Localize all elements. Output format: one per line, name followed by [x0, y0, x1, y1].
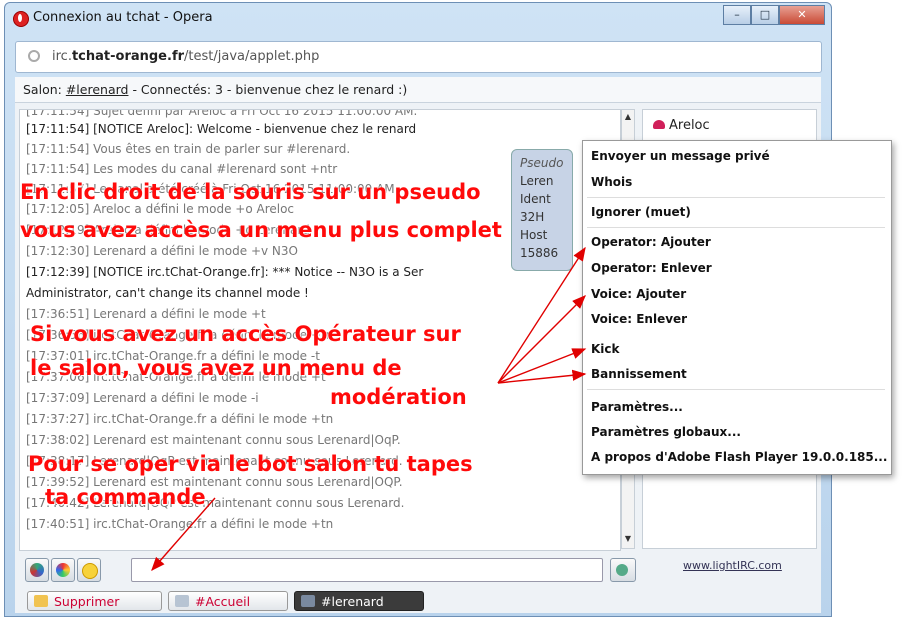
- annotation-text: Si vous avez un accès Opérateur sur: [30, 322, 461, 346]
- arrow-to-voice-add: [497, 295, 586, 384]
- annotation-text: modération: [330, 385, 467, 409]
- annotation-arrows: [151, 246, 587, 572]
- annotation-text: ta commande: [45, 485, 206, 509]
- annotation-text: En clic droit de la souris sur un pseudo: [20, 180, 481, 204]
- arrow-to-operator-add: [497, 246, 586, 384]
- annotation-text: Pour se oper via le bot salon tu tapes: [28, 452, 473, 476]
- annotation-text: le salon, vous avez un menu de: [30, 356, 402, 380]
- annotation-text: vous avez accès a un menu plus complet: [20, 218, 502, 242]
